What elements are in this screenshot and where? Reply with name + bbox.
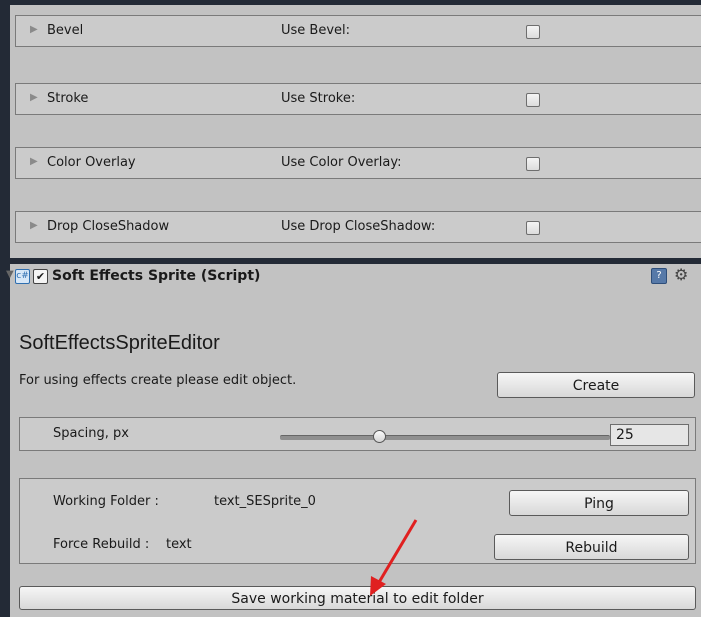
spacing-field[interactable]: 25 (610, 424, 689, 446)
stroke-foldout[interactable]: ▶ Stroke Use Stroke: (15, 83, 701, 115)
use-drop-shadow-label: Use Drop CloseShadow: (281, 219, 436, 234)
use-stroke-label: Use Stroke: (281, 91, 356, 106)
color-overlay-title: Color Overlay (47, 155, 136, 170)
create-button[interactable]: Create (497, 372, 695, 398)
bevel-title: Bevel (47, 23, 84, 38)
use-color-overlay-checkbox[interactable] (526, 157, 540, 171)
use-drop-shadow-checkbox[interactable] (526, 221, 540, 235)
expand-arrow-icon[interactable]: ▶ (30, 220, 38, 231)
script-icon: c# (15, 269, 30, 284)
use-color-overlay-label: Use Color Overlay: (281, 155, 402, 170)
color-overlay-foldout[interactable]: ▶ Color Overlay Use Color Overlay: (15, 147, 701, 179)
effects-panel: ▶ Bevel Use Bevel: ▶ Stroke Use Stroke: … (10, 5, 701, 258)
spacing-label: Spacing, px (53, 426, 129, 441)
collapse-arrow-icon[interactable]: ▼ (6, 269, 14, 280)
editor-title: SoftEffectsSpriteEditor (19, 332, 220, 354)
drop-shadow-title: Drop CloseShadow (47, 219, 170, 234)
use-stroke-checkbox[interactable] (526, 93, 540, 107)
spacing-slider[interactable] (280, 435, 610, 440)
save-material-button[interactable]: Save working material to edit folder (19, 586, 696, 610)
stroke-title: Stroke (47, 91, 89, 106)
working-folder-label: Working Folder : (53, 494, 159, 509)
spacing-box: Spacing, px (19, 417, 696, 451)
working-folder-value: text_SESprite_0 (214, 494, 316, 509)
gear-icon[interactable]: ⚙ (674, 265, 688, 284)
bevel-foldout[interactable]: ▶ Bevel Use Bevel: (15, 15, 701, 47)
expand-arrow-icon[interactable]: ▶ (30, 92, 38, 103)
force-rebuild-value: text (166, 537, 192, 552)
component-enable-checkbox[interactable]: ✔ (33, 269, 48, 284)
ping-button[interactable]: Ping (509, 490, 689, 516)
force-rebuild-label: Force Rebuild : (53, 537, 150, 552)
use-bevel-label: Use Bevel: (281, 23, 351, 38)
expand-arrow-icon[interactable]: ▶ (30, 156, 38, 167)
rebuild-button[interactable]: Rebuild (494, 534, 689, 560)
help-icon[interactable]: ? (651, 268, 667, 284)
drop-shadow-foldout[interactable]: ▶ Drop CloseShadow Use Drop CloseShadow: (15, 211, 701, 243)
expand-arrow-icon[interactable]: ▶ (30, 24, 38, 35)
component-panel: ▼ c# ✔ Soft Effects Sprite (Script) ? ⚙ … (6, 264, 701, 617)
component-title: Soft Effects Sprite (Script) (52, 268, 261, 284)
spacing-slider-thumb[interactable] (373, 430, 386, 443)
info-text: For using effects create please edit obj… (19, 373, 297, 388)
use-bevel-checkbox[interactable] (526, 25, 540, 39)
